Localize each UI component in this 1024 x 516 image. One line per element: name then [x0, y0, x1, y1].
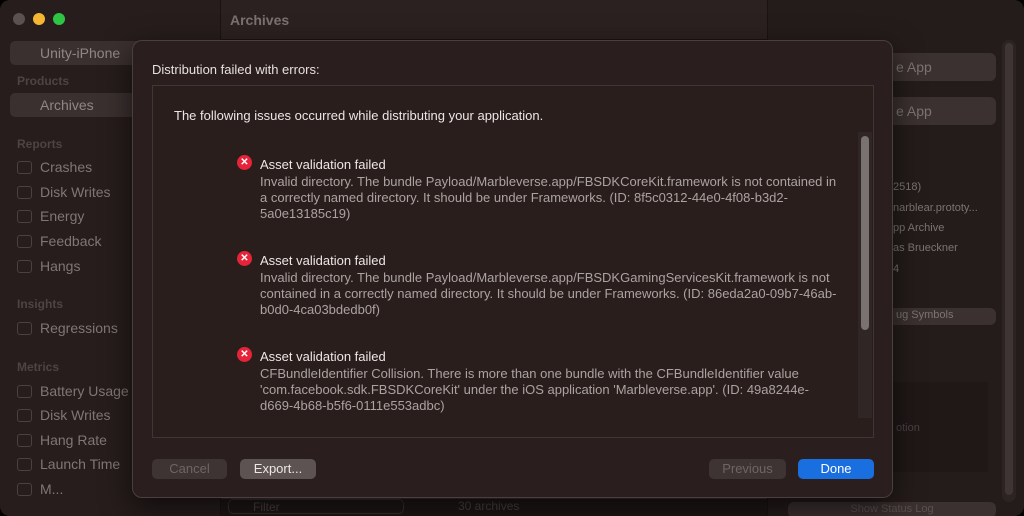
issue-body: CFBundleIdentifier Collision. There is m…: [260, 366, 809, 413]
filter-input[interactable]: Filter: [228, 499, 404, 514]
label: Crashes: [40, 159, 93, 175]
disk-icon: [17, 408, 32, 422]
show-status-log-button[interactable]: Show Status Log: [788, 502, 996, 516]
sidebar-item-launch-time[interactable]: Launch Time: [17, 456, 120, 472]
xcode-organizer-window: Unity-iPhone Products Archives Reports C…: [0, 0, 1024, 516]
memory-icon: [17, 482, 32, 496]
sidebar-item-more[interactable]: M...: [17, 481, 63, 497]
hourglass-icon: [17, 433, 32, 447]
dialog-title: Distribution failed with errors:: [152, 62, 320, 77]
scroll-thumb[interactable]: [861, 136, 869, 330]
scroll-thumb[interactable]: [1005, 43, 1013, 495]
zoom-button[interactable]: [53, 13, 65, 25]
label: Disk Writes: [40, 407, 111, 423]
issues-scrollbar[interactable]: [858, 132, 872, 418]
sidebar-item-energy[interactable]: Energy: [17, 208, 84, 224]
battery-icon: [17, 384, 32, 398]
issue-title: Asset validation failed: [260, 253, 386, 268]
archives-footer: Filter 30 archives: [221, 498, 767, 516]
sidebar-item-crashes[interactable]: Crashes: [17, 159, 92, 175]
window-controls: [13, 13, 65, 25]
archive-count: 30 archives: [458, 499, 520, 513]
issue-title: Asset validation failed: [260, 349, 386, 364]
close-button[interactable]: [13, 13, 25, 25]
sidebar-item-hangs[interactable]: Hangs: [17, 258, 80, 274]
crash-icon: [17, 160, 32, 174]
reports-header: Reports: [17, 137, 63, 151]
label: Battery Usage: [40, 383, 129, 399]
issue-title: Asset validation failed: [260, 157, 386, 172]
sidebar-item-hang-rate[interactable]: Hang Rate: [17, 432, 107, 448]
minimize-button[interactable]: [33, 13, 45, 25]
metrics-header: Metrics: [17, 360, 60, 374]
issues-box: The following issues occurred while dist…: [152, 85, 874, 438]
label: Hang Rate: [40, 432, 107, 448]
detail-team: as Brueckner: [893, 242, 958, 254]
detail-type: pp Archive: [893, 222, 945, 234]
disk-icon: [17, 185, 32, 199]
label: Launch Time: [40, 456, 121, 472]
label: Disk Writes: [40, 184, 111, 200]
rocket-icon: [17, 457, 32, 471]
export-button[interactable]: Export...: [240, 459, 316, 479]
label: Regressions: [40, 320, 118, 336]
detail-identifier: narblear.prototy...: [893, 202, 978, 214]
chart-icon: [17, 321, 32, 335]
distribution-error-dialog: Distribution failed with errors: The fol…: [132, 40, 893, 498]
detail-version: 2518): [893, 181, 922, 193]
previous-button[interactable]: Previous: [709, 459, 786, 479]
insights-header: Insights: [17, 297, 64, 311]
hourglass-icon: [17, 259, 32, 273]
error-icon: ✕: [237, 347, 252, 362]
sidebar-item-feedback[interactable]: Feedback: [17, 233, 101, 249]
cancel-button[interactable]: Cancel: [152, 459, 227, 479]
feedback-icon: [17, 234, 32, 248]
issue-body: Invalid directory. The bundle Payload/Ma…: [260, 270, 837, 317]
detail-arch: 4: [893, 263, 900, 275]
error-icon: ✕: [237, 155, 252, 170]
issue-body: Invalid directory. The bundle Payload/Ma…: [260, 174, 837, 221]
panel-scrollbar[interactable]: [1002, 40, 1016, 502]
label: Energy: [40, 208, 85, 224]
energy-icon: [17, 209, 32, 223]
sidebar-item-regressions[interactable]: Regressions: [17, 320, 118, 336]
sidebar-item-battery-usage[interactable]: Battery Usage: [17, 383, 129, 399]
products-header: Products: [17, 74, 70, 88]
issues-header: The following issues occurred while dist…: [174, 108, 544, 123]
archives-header: Archives: [221, 0, 767, 40]
sidebar-item-disk-writes[interactable]: Disk Writes: [17, 184, 111, 200]
archives-title: Archives: [230, 12, 290, 28]
sidebar-item-disk-writes-metric[interactable]: Disk Writes: [17, 407, 111, 423]
label: M...: [40, 481, 64, 497]
done-button[interactable]: Done: [798, 459, 874, 479]
error-icon: ✕: [237, 251, 252, 266]
label: Feedback: [40, 233, 102, 249]
label: Hangs: [40, 258, 81, 274]
